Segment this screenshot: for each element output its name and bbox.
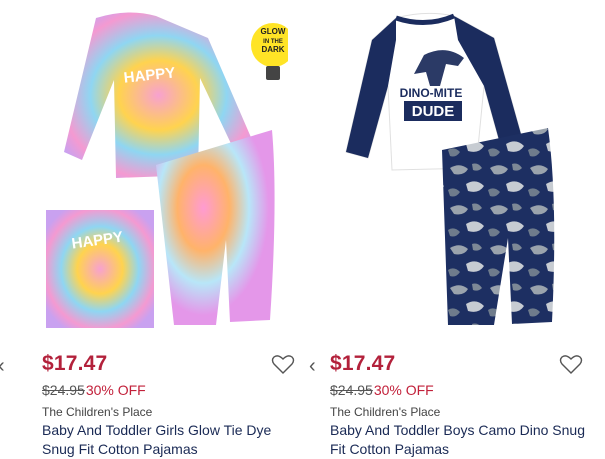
- glow-in-the-dark-badge: GLOW IN THE DARK: [251, 23, 288, 80]
- svg-text:GLOW: GLOW: [261, 27, 286, 36]
- brand-name: The Children's Place: [330, 405, 441, 419]
- discount-badge: 30% OFF: [373, 382, 434, 398]
- product-card-1[interactable]: HAPPY HAPPY GLOW IN THE DARK $17.47 $24.…: [38, 0, 308, 459]
- original-price: $24.95: [330, 382, 373, 398]
- product-name-link[interactable]: Baby And Toddler Boys Camo Dino Snug Fit…: [330, 421, 592, 459]
- product-image-tie-dye[interactable]: HAPPY HAPPY GLOW IN THE DARK: [38, 0, 288, 335]
- svg-text:DARK: DARK: [261, 45, 284, 54]
- brand-name: The Children's Place: [42, 405, 153, 419]
- shirt-print-text-1: DINO-MITE: [400, 86, 463, 100]
- shirt-print-text-2: DUDE: [412, 103, 455, 120]
- product-card-2[interactable]: DINO-MITE DUDE $17.47 $24.9530% OFF The …: [326, 0, 596, 459]
- heart-outline-icon[interactable]: [271, 353, 295, 375]
- product-name-link[interactable]: Baby And Toddler Girls Glow Tie Dye Snug…: [42, 421, 304, 459]
- price-details: $24.9530% OFF: [42, 382, 146, 398]
- heart-outline-icon[interactable]: [559, 353, 583, 375]
- carousel-prev-icon[interactable]: ‹: [0, 355, 5, 378]
- carousel-next-icon[interactable]: ‹: [309, 355, 316, 378]
- price-details: $24.9530% OFF: [330, 382, 434, 398]
- discount-badge: 30% OFF: [85, 382, 146, 398]
- product-image-dino[interactable]: DINO-MITE DUDE: [326, 0, 576, 335]
- original-price: $24.95: [42, 382, 85, 398]
- sale-price: $17.47: [330, 352, 396, 375]
- sale-price: $17.47: [42, 352, 108, 375]
